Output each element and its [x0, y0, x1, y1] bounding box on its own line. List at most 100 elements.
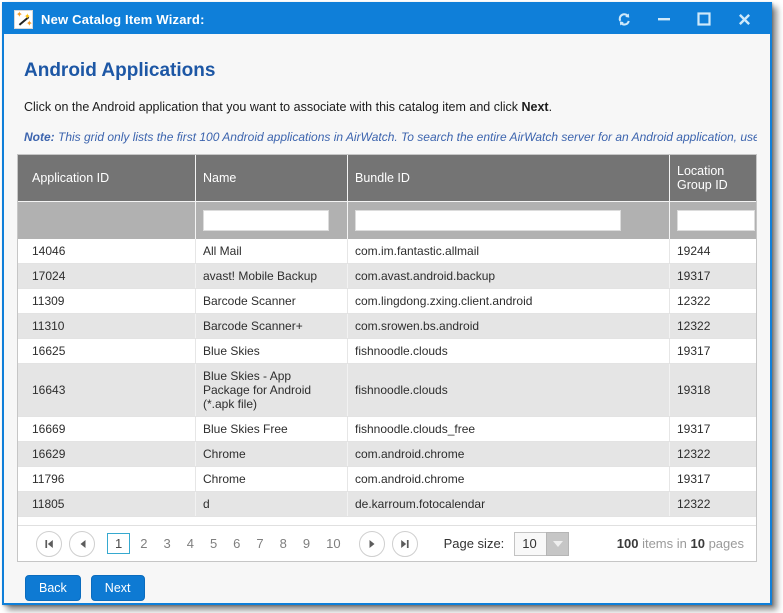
cell-application-id: 16669	[18, 417, 196, 441]
next-button[interactable]: Next	[91, 575, 145, 601]
cell-name: d	[196, 492, 348, 516]
refresh-icon	[617, 12, 632, 27]
first-page-button[interactable]	[36, 531, 62, 557]
cell-bundle-id: com.srowen.bs.android	[348, 314, 670, 338]
cell-application-id: 14046	[18, 239, 196, 263]
cell-name: Chrome	[196, 467, 348, 491]
pages-count: 10	[690, 536, 704, 551]
note-text: Note: This grid only lists the first 100…	[24, 130, 757, 144]
page-size-label: Page size:	[444, 536, 505, 551]
previous-page-button[interactable]	[69, 531, 95, 557]
first-page-icon	[44, 539, 54, 549]
pager-info: 100 items in 10 pages	[617, 536, 744, 551]
cell-name: All Mail	[196, 239, 348, 263]
cell-bundle-id: fishnoodle.clouds	[348, 364, 670, 416]
filter-cell-application-id	[18, 202, 196, 239]
note-label: Note:	[24, 130, 55, 144]
table-row[interactable]: 11796 Chrome com.android.chrome 19317	[18, 467, 756, 492]
cell-name: Barcode Scanner+	[196, 314, 348, 338]
cell-bundle-id: fishnoodle.clouds	[348, 339, 670, 363]
page-number-5[interactable]: 5	[204, 534, 223, 553]
page-number-10[interactable]: 10	[320, 534, 346, 553]
cell-bundle-id: fishnoodle.clouds_free	[348, 417, 670, 441]
page-number-9[interactable]: 9	[297, 534, 316, 553]
table-row[interactable]: 14046 All Mail com.im.fantastic.allmail …	[18, 239, 756, 264]
column-header-application-id[interactable]: Application ID	[18, 155, 196, 201]
minimize-icon	[657, 12, 671, 26]
page-number-list: 1 2 3 4 5 6 7 8 9 10	[105, 533, 349, 554]
next-page-button[interactable]	[359, 531, 385, 557]
cell-application-id: 11310	[18, 314, 196, 338]
page-title: Android Applications	[24, 60, 757, 82]
cell-application-id: 16625	[18, 339, 196, 363]
table-row[interactable]: 16625 Blue Skies fishnoodle.clouds 19317	[18, 339, 756, 364]
page-number-1[interactable]: 1	[107, 533, 130, 554]
filter-cell-location-group-id	[670, 202, 763, 239]
note-body: This grid only lists the first 100 Andro…	[55, 130, 757, 144]
title-bar: ✦ ✦ ✦ New Catalog Item Wizard:	[4, 4, 770, 34]
cell-application-id: 11309	[18, 289, 196, 313]
cell-location-group-id: 12322	[670, 442, 756, 466]
page-number-6[interactable]: 6	[227, 534, 246, 553]
maximize-button[interactable]	[696, 11, 712, 27]
cell-application-id: 17024	[18, 264, 196, 288]
cell-location-group-id: 19318	[670, 364, 756, 416]
last-page-button[interactable]	[392, 531, 418, 557]
cell-application-id: 16643	[18, 364, 196, 416]
page-size-dropdown[interactable]: 10	[514, 532, 569, 556]
cell-name: Chrome	[196, 442, 348, 466]
column-header-location-group-id[interactable]: Location Group ID	[670, 155, 756, 201]
column-header-name[interactable]: Name	[196, 155, 348, 201]
next-page-icon	[367, 539, 376, 549]
cell-location-group-id: 19244	[670, 239, 756, 263]
column-header-bundle-id[interactable]: Bundle ID	[348, 155, 670, 201]
wizard-dialog: ✦ ✦ ✦ New Catalog Item Wizard:	[2, 2, 772, 605]
cell-bundle-id: com.avast.android.backup	[348, 264, 670, 288]
cell-name: Blue Skies - App Package for Android (*.…	[196, 364, 348, 416]
cell-application-id: 16629	[18, 442, 196, 466]
cell-location-group-id: 19317	[670, 339, 756, 363]
refresh-button[interactable]	[616, 11, 632, 27]
page-number-8[interactable]: 8	[274, 534, 293, 553]
name-filter-input[interactable]	[203, 210, 329, 231]
pager-bar: 1 2 3 4 5 6 7 8 9 10 Pa	[18, 525, 756, 561]
table-row[interactable]: 16669 Blue Skies Free fishnoodle.clouds_…	[18, 417, 756, 442]
page-number-2[interactable]: 2	[134, 534, 153, 553]
page-size-control: Page size: 10	[444, 532, 570, 556]
table-row[interactable]: 16643 Blue Skies - App Package for Andro…	[18, 364, 756, 417]
location-group-id-filter-input[interactable]	[677, 210, 755, 231]
filter-cell-name	[196, 202, 348, 239]
page-size-value: 10	[514, 532, 546, 556]
table-row[interactable]: 11309 Barcode Scanner com.lingdong.zxing…	[18, 289, 756, 314]
items-count: 100	[617, 536, 639, 551]
page-size-dropdown-button[interactable]	[546, 532, 569, 556]
table-row[interactable]: 11805 d de.karroum.fotocalendar 12322	[18, 492, 756, 517]
wizard-content: Android Applications Click on the Androi…	[4, 34, 770, 601]
instruction-suffix: .	[549, 100, 552, 114]
bundle-id-filter-input[interactable]	[355, 210, 621, 231]
cell-bundle-id: com.android.chrome	[348, 467, 670, 491]
page-number-3[interactable]: 3	[157, 534, 176, 553]
page-number-7[interactable]: 7	[250, 534, 269, 553]
chevron-down-icon	[553, 541, 563, 547]
close-button[interactable]	[736, 11, 752, 27]
cell-location-group-id: 19317	[670, 417, 756, 441]
grid-empty-space	[18, 517, 756, 525]
minimize-button[interactable]	[656, 11, 672, 27]
cell-name: avast! Mobile Backup	[196, 264, 348, 288]
filter-cell-bundle-id	[348, 202, 670, 239]
cell-location-group-id: 12322	[670, 314, 756, 338]
window-controls	[616, 11, 760, 27]
table-row[interactable]: 17024 avast! Mobile Backup com.avast.and…	[18, 264, 756, 289]
cell-bundle-id: com.android.chrome	[348, 442, 670, 466]
cell-name: Barcode Scanner	[196, 289, 348, 313]
page-number-4[interactable]: 4	[181, 534, 200, 553]
cell-bundle-id: com.im.fantastic.allmail	[348, 239, 670, 263]
cell-location-group-id: 19317	[670, 467, 756, 491]
back-button[interactable]: Back	[25, 575, 81, 601]
previous-page-icon	[78, 539, 87, 549]
last-page-icon	[400, 539, 410, 549]
table-row[interactable]: 16629 Chrome com.android.chrome 12322	[18, 442, 756, 467]
table-row[interactable]: 11310 Barcode Scanner+ com.srowen.bs.and…	[18, 314, 756, 339]
instruction-text: Click on the Android application that yo…	[24, 100, 757, 114]
